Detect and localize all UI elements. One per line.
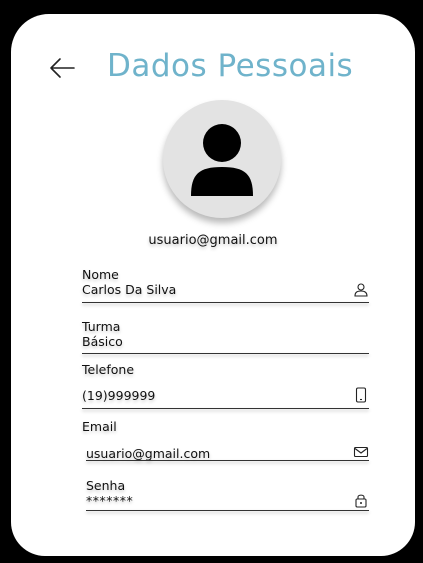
profile-email: usuario@gmail.com [148, 233, 278, 248]
name-field[interactable]: Nome Carlos Da Silva [82, 267, 369, 303]
name-value[interactable]: Carlos Da Silva [82, 282, 369, 297]
person-silhouette-icon [191, 124, 253, 196]
avatar[interactable] [163, 100, 281, 218]
personal-data-card: Dados Pessoais usuario@gmail.com Nome Ca… [11, 14, 415, 556]
email-underline [86, 460, 369, 461]
mail-icon [353, 446, 369, 458]
phone-underline [82, 408, 369, 409]
class-underline [82, 353, 369, 354]
user-icon [354, 283, 368, 297]
email-label: Email [82, 419, 117, 434]
class-value[interactable]: Básico [82, 334, 369, 349]
lock-icon[interactable] [353, 492, 369, 508]
email-field[interactable]: Email usuario@gmail.com [82, 419, 369, 467]
page-title: Dados Pessoais [107, 48, 354, 84]
class-label: Turma [82, 319, 121, 334]
phone-label: Telefone [82, 362, 135, 377]
phone-icon [355, 387, 367, 403]
email-value[interactable]: usuario@gmail.com [82, 446, 369, 461]
header: Dados Pessoais [11, 14, 415, 114]
name-underline [82, 302, 369, 303]
password-label: Senha [86, 478, 126, 493]
phone-field[interactable]: Telefone (19)999999 [82, 362, 369, 410]
password-value[interactable]: ******* [82, 493, 369, 508]
password-field[interactable]: Senha ******* [82, 478, 369, 514]
back-arrow-icon[interactable] [49, 57, 75, 79]
phone-value[interactable]: (19)999999 [82, 388, 369, 403]
name-label: Nome [82, 267, 119, 282]
password-underline [86, 510, 369, 511]
class-field[interactable]: Turma Básico [82, 319, 369, 355]
